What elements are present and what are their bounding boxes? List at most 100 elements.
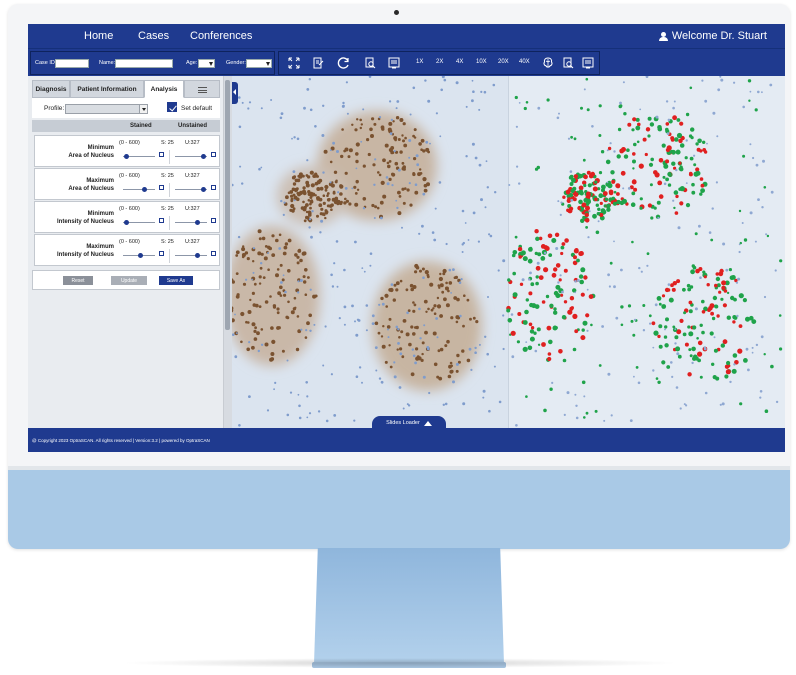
slide-images[interactable]: [232, 76, 785, 428]
stained-nucleus: [330, 204, 333, 208]
slider-knob[interactable]: [200, 187, 206, 192]
export-icon[interactable]: [581, 56, 595, 70]
annotate-icon[interactable]: [311, 56, 325, 70]
stained-nucleus: [310, 183, 315, 188]
stained-nucleus: [386, 161, 390, 165]
fit-screen-icon[interactable]: [287, 56, 301, 70]
set-default-checkbox[interactable]: [167, 102, 177, 112]
nav-home[interactable]: Home: [84, 30, 113, 42]
counterstain-nucleus: [652, 369, 655, 372]
classified-nucleus: [737, 348, 743, 354]
collapse-panel-tab[interactable]: [232, 82, 238, 104]
slider-knob[interactable]: [195, 253, 201, 258]
reset-button[interactable]: Reset: [63, 276, 93, 285]
counterstain-nucleus: [703, 347, 707, 351]
classified-nucleus: [673, 190, 679, 195]
slider-knob[interactable]: [141, 187, 147, 192]
nav-conferences[interactable]: Conferences: [190, 30, 252, 42]
update-button[interactable]: Update: [111, 276, 147, 285]
counterstain-nucleus: [516, 165, 519, 168]
classified-nucleus: [627, 122, 632, 127]
stained-slider[interactable]: [123, 253, 155, 258]
slide-viewer[interactable]: [232, 76, 785, 428]
stained-nucleus: [436, 296, 440, 300]
zoom-4x-button[interactable]: 4X: [456, 59, 463, 65]
gender-select[interactable]: [246, 59, 272, 68]
edit-icon[interactable]: [211, 185, 216, 190]
counterstain-nucleus: [361, 381, 363, 384]
panel-scrollbar[interactable]: [224, 76, 232, 428]
counterstain-nucleus: [280, 112, 284, 115]
unstained-slider[interactable]: [175, 154, 207, 159]
classified-nucleus: [554, 232, 560, 237]
counterstain-nucleus: [431, 231, 435, 234]
search-doc-icon[interactable]: [561, 56, 575, 70]
counterstain-nucleus: [415, 154, 419, 158]
slider-knob[interactable]: [137, 253, 143, 258]
counterstain-nucleus: [293, 199, 296, 202]
counterstain-nucleus: [471, 79, 474, 82]
stained-slider[interactable]: [123, 187, 155, 192]
panel-menu-button[interactable]: [184, 80, 220, 98]
counterstain-nucleus: [390, 118, 393, 121]
classified-nucleus: [562, 358, 567, 363]
classified-nucleus: [594, 180, 598, 184]
stained-nucleus: [290, 203, 295, 209]
unstained-slider[interactable]: [175, 220, 207, 225]
stained-nucleus: [402, 139, 405, 143]
zoom-search-icon[interactable]: [363, 56, 377, 70]
refresh-icon[interactable]: [337, 56, 351, 70]
edit-icon[interactable]: [159, 251, 164, 256]
report-icon[interactable]: [387, 56, 401, 70]
name-input[interactable]: [115, 59, 173, 68]
edit-icon[interactable]: [159, 152, 164, 157]
slider-knob[interactable]: [200, 154, 206, 159]
tab-diagnosis[interactable]: Diagnosis: [32, 80, 70, 98]
edit-icon[interactable]: [159, 218, 164, 223]
tab-patient-information[interactable]: Patient Information: [70, 80, 144, 98]
user-welcome[interactable]: Welcome Dr. Stuart: [658, 30, 767, 42]
slider-knob[interactable]: [124, 154, 130, 159]
counterstain-nucleus: [676, 352, 680, 356]
classified-nucleus: [720, 297, 724, 301]
classified-nucleus: [583, 197, 589, 203]
stained-nucleus: [253, 282, 257, 286]
stained-slider[interactable]: [123, 220, 155, 225]
counterstain-nucleus: [308, 226, 311, 229]
classified-nucleus: [721, 280, 727, 286]
counterstain-nucleus: [502, 314, 505, 317]
slider-knob[interactable]: [124, 220, 130, 225]
nav-cases[interactable]: Cases: [138, 30, 169, 42]
edit-icon[interactable]: [211, 218, 216, 223]
zoom-1x-button[interactable]: 1X: [416, 59, 423, 65]
case-id-input[interactable]: [55, 59, 89, 68]
unstained-slider[interactable]: [175, 253, 207, 258]
classified-nucleus: [702, 140, 706, 144]
classified-nucleus: [691, 190, 696, 195]
counterstain-nucleus: [362, 207, 366, 210]
zoom-2x-button[interactable]: 2X: [436, 59, 443, 65]
scrollbar-thumb[interactable]: [225, 80, 230, 330]
classified-nucleus: [543, 267, 549, 273]
zoom-40x-button[interactable]: 40X: [519, 59, 530, 65]
edit-icon[interactable]: [211, 152, 216, 157]
save-as-button[interactable]: Save As: [159, 276, 193, 285]
brain-icon[interactable]: [541, 56, 555, 70]
stained-nucleus: [387, 127, 392, 132]
slider-knob[interactable]: [195, 220, 201, 225]
age-select[interactable]: [198, 59, 215, 68]
classified-nucleus: [615, 183, 621, 189]
edit-icon[interactable]: [211, 251, 216, 256]
stained-slider[interactable]: [123, 154, 155, 159]
zoom-10x-button[interactable]: 10X: [476, 59, 487, 65]
tab-analysis[interactable]: Analysis: [144, 80, 184, 98]
profile-select[interactable]: [65, 104, 148, 114]
unstained-slider[interactable]: [175, 187, 207, 192]
edit-icon[interactable]: [159, 185, 164, 190]
classified-nucleus: [518, 255, 522, 259]
stained-nucleus: [316, 180, 321, 185]
classified-nucleus: [677, 354, 682, 359]
classified-nucleus: [742, 154, 746, 158]
zoom-20x-button[interactable]: 20X: [498, 59, 509, 65]
stained-nucleus: [382, 325, 385, 328]
